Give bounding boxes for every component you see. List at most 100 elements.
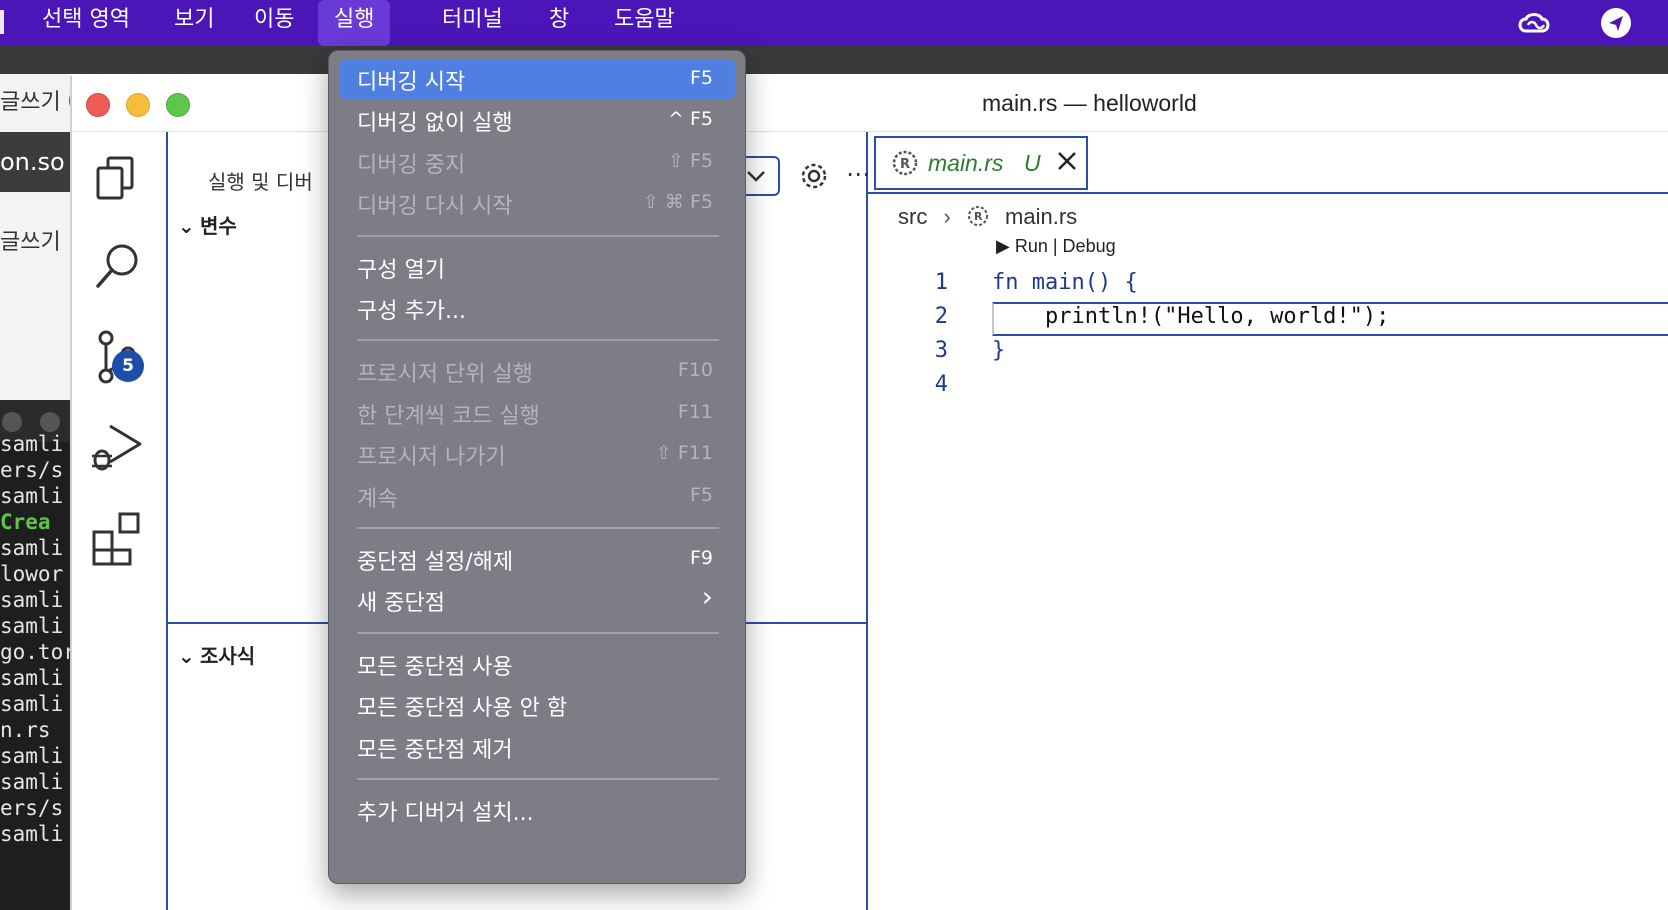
menu-item[interactable]: 구성 추가... bbox=[339, 288, 735, 328]
minimize-window-button[interactable] bbox=[126, 93, 150, 117]
menu-item[interactable]: 구성 열기 bbox=[339, 247, 735, 287]
menu-item-shortcut: F11 bbox=[677, 400, 713, 423]
terminal-line: n.rs bbox=[0, 718, 51, 742]
watch-label: 조사식 bbox=[200, 644, 256, 668]
menu-item[interactable]: 디버깅 없이 실행 ^ F5 bbox=[339, 100, 735, 140]
codelens-text: Run | Debug bbox=[1014, 236, 1116, 256]
terminal-line: ers/s bbox=[0, 796, 64, 820]
terminal-line: samli bbox=[0, 822, 64, 846]
menu-item-shortcut: ^ F5 bbox=[668, 108, 713, 131]
menu-separator bbox=[357, 527, 719, 529]
menu-go[interactable]: 이동 bbox=[254, 0, 294, 46]
menu-item-label: 추가 디버거 설치... bbox=[357, 801, 534, 826]
chevron-right-icon: › bbox=[943, 204, 951, 229]
line-number: 4 bbox=[934, 372, 948, 397]
menu-item[interactable]: 계속 F5 bbox=[339, 476, 735, 516]
send-icon[interactable] bbox=[1600, 7, 1632, 39]
line-number: 3 bbox=[934, 338, 948, 363]
creative-cloud-icon[interactable] bbox=[1514, 7, 1554, 39]
menu-item[interactable]: 모든 중단점 사용 안 함 bbox=[339, 685, 735, 725]
menu-item-label: 구성 추가... bbox=[357, 299, 466, 324]
tab-filename: main.rs bbox=[928, 150, 1004, 176]
menu-item-label: 한 단계씩 코드 실행 bbox=[357, 403, 540, 429]
codelens-run-debug[interactable]: ▶ Run | Debug bbox=[996, 236, 1116, 257]
rust-file-icon: R bbox=[967, 205, 989, 227]
editor-tab-main-rs[interactable]: R main.rs U bbox=[874, 136, 1088, 190]
terminal-line: samli bbox=[0, 614, 64, 638]
menu-item-label: 디버깅 중지 bbox=[357, 152, 466, 178]
menu-item-label: 모든 중단점 제거 bbox=[357, 737, 513, 763]
sidebar-title: 실행 및 디버 bbox=[208, 170, 313, 194]
terminal-line: samli bbox=[0, 692, 64, 716]
menu-item[interactable]: 모든 중단점 사용 bbox=[339, 644, 735, 684]
chevron-down-icon: ⌄ bbox=[178, 644, 195, 668]
terminal-line: go.tor bbox=[0, 640, 72, 664]
menu-item-shortcut: F5 bbox=[689, 483, 713, 506]
menu-item-label: 디버깅 시작 bbox=[357, 70, 466, 95]
svg-text:R: R bbox=[900, 157, 910, 172]
vscode-window: main.rs — helloworld 5 실행 및 디버 ⋯ ⌄ 변수 ⌄ … bbox=[70, 76, 1668, 910]
close-tab-icon[interactable] bbox=[1054, 148, 1080, 174]
menu-terminal[interactable]: 터미널 bbox=[442, 0, 503, 46]
menu-help[interactable]: 도움말 bbox=[614, 0, 675, 46]
menu-item-label: 프로시저 단위 실행 bbox=[357, 362, 533, 388]
menu-window[interactable]: 창 bbox=[549, 0, 569, 46]
menu-selection[interactable]: 선택 영역 bbox=[42, 0, 130, 46]
menu-item[interactable]: 추가 디버거 설치... bbox=[339, 790, 735, 830]
menu-item[interactable]: 프로시저 단위 실행 F10 bbox=[339, 351, 735, 391]
run-dropdown-menu: 디버깅 시작 F5 디버깅 없이 실행 ^ F5 디버깅 중지 ⇧ F5 디버깅 다시 시작… bbox=[328, 50, 746, 884]
background-text: 글쓰기 bbox=[0, 230, 61, 255]
menu-item[interactable]: 디버깅 다시 시작 ⇧ ⌘ F5 bbox=[339, 183, 735, 223]
menu-item[interactable]: 모든 중단점 제거 bbox=[339, 727, 735, 767]
menu-item-shortcut: ⇧ ⌘ F5 bbox=[642, 191, 713, 214]
code-line[interactable]: } bbox=[992, 338, 1005, 363]
terminal-button bbox=[2, 412, 22, 432]
menu-item-shortcut: ⇧ F11 bbox=[655, 442, 713, 465]
menu-item-label: 모든 중단점 사용 bbox=[357, 654, 513, 680]
menubar-fragment bbox=[0, 10, 4, 34]
terminal-button bbox=[40, 412, 60, 432]
code-line[interactable]: fn main() { bbox=[992, 270, 1138, 295]
menu-item[interactable]: 한 단계씩 코드 실행 F11 bbox=[339, 393, 735, 433]
menu-item[interactable]: 프로시저 나가기 ⇧ F11 bbox=[339, 434, 735, 474]
extensions-icon[interactable] bbox=[88, 508, 148, 568]
menu-item[interactable]: 중단점 설정/해제 F9 bbox=[339, 539, 735, 579]
menu-item-shortcut: F10 bbox=[677, 359, 713, 382]
watch-section-header[interactable]: ⌄ 조사식 bbox=[178, 640, 255, 669]
rust-file-icon: R bbox=[892, 150, 918, 176]
menu-separator bbox=[357, 778, 719, 780]
breadcrumb: src › R main.rs bbox=[898, 204, 1077, 230]
run-debug-icon[interactable] bbox=[88, 418, 148, 478]
close-window-button[interactable] bbox=[86, 93, 110, 117]
svg-text:R: R bbox=[974, 210, 983, 223]
terminal-window: samli ers/s samli Crea samli lowor samli… bbox=[0, 400, 72, 910]
line-number: 1 bbox=[934, 270, 948, 295]
variables-section-header[interactable]: ⌄ 변수 bbox=[178, 210, 237, 239]
window-titlebar: main.rs — helloworld bbox=[72, 76, 1668, 132]
terminal-line: samli bbox=[0, 484, 64, 508]
terminal-line: samli bbox=[0, 588, 64, 612]
code-line[interactable]: println!("Hello, world!"); bbox=[992, 304, 1389, 329]
breadcrumb-file[interactable]: main.rs bbox=[1005, 204, 1077, 229]
explorer-icon[interactable] bbox=[88, 148, 148, 208]
search-icon[interactable] bbox=[88, 236, 148, 296]
menu-item[interactable]: 디버깅 시작 F5 bbox=[339, 59, 735, 99]
menu-item[interactable]: 디버깅 중지 ⇧ F5 bbox=[339, 142, 735, 182]
terminal-line: ers/s bbox=[0, 458, 64, 482]
menu-item[interactable]: 새 중단점 › bbox=[339, 580, 735, 620]
maximize-window-button[interactable] bbox=[166, 93, 190, 117]
terminal-line: samli bbox=[0, 432, 64, 456]
menu-separator bbox=[357, 339, 719, 342]
menu-item-shortcut: F5 bbox=[689, 67, 713, 89]
menu-run[interactable]: 실행 bbox=[318, 0, 391, 46]
background-text: on.so bbox=[0, 148, 65, 176]
terminal-line: Crea bbox=[0, 510, 51, 534]
config-dropdown-chevron[interactable] bbox=[740, 156, 780, 196]
gear-icon[interactable] bbox=[798, 160, 830, 192]
menu-view[interactable]: 보기 bbox=[174, 0, 214, 46]
menu-item-label: 디버깅 없이 실행 bbox=[357, 111, 513, 137]
line-number: 2 bbox=[934, 304, 948, 329]
macos-menu-bar: 선택 영역 보기 이동 실행 터미널 창 도움말 bbox=[0, 0, 1668, 46]
menu-item-shortcut: ⇧ F5 bbox=[668, 149, 713, 172]
breadcrumb-folder[interactable]: src bbox=[898, 204, 927, 229]
